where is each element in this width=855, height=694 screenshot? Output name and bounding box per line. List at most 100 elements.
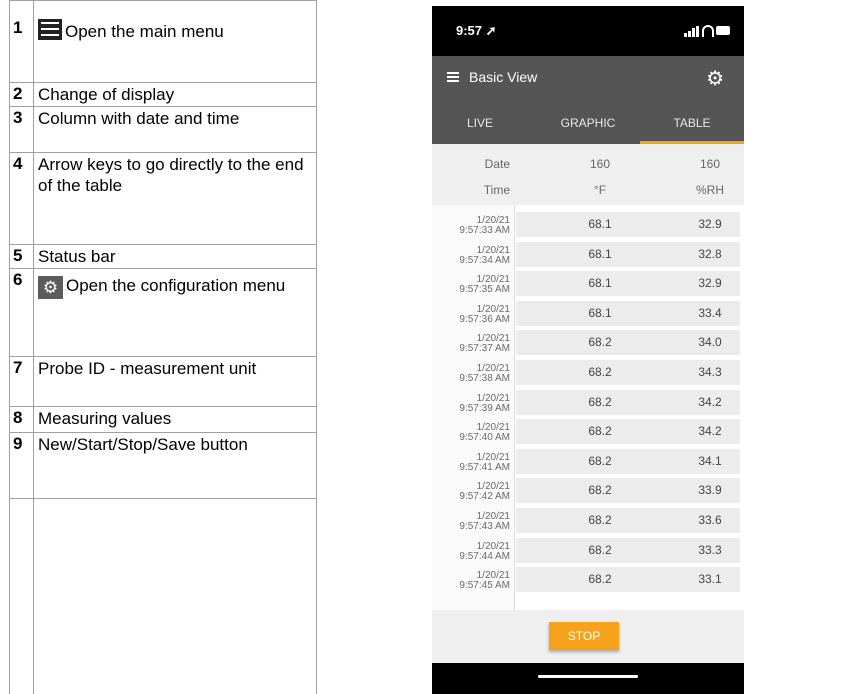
table-row: 1/20/21 9:57:34 AM 68.1 32.8 bbox=[432, 241, 744, 268]
row-time: 9:57:43 AM bbox=[459, 521, 510, 532]
hamburger-menu-icon[interactable] bbox=[447, 72, 459, 82]
time-header: Time bbox=[483, 183, 510, 197]
row-values: 68.1 33.4 bbox=[516, 300, 740, 326]
temperature-value: 68.1 bbox=[588, 246, 612, 261]
tab-graphic[interactable]: GRAPHIC bbox=[540, 102, 636, 144]
gear-icon: ⚙ bbox=[38, 276, 63, 299]
unit-col2: %RH bbox=[695, 183, 724, 197]
unit-col1: °F bbox=[593, 183, 607, 197]
row-time: 9:57:40 AM bbox=[459, 432, 510, 444]
humidity-value: 32.9 bbox=[698, 276, 722, 291]
row-time: 9:57:33 AM bbox=[459, 225, 510, 236]
humidity-value: 33.1 bbox=[698, 572, 722, 587]
row-values: 68.1 32.9 bbox=[516, 212, 740, 237]
signal-icon bbox=[684, 33, 687, 37]
table-row: 1/20/21 9:57:37 AM 68.2 34.0 bbox=[432, 329, 744, 356]
row-datetime: 1/20/21 9:57:35 AM bbox=[432, 275, 510, 295]
temperature-value: 68.2 bbox=[588, 335, 612, 350]
legend-text: Open the main menu bbox=[65, 22, 224, 41]
table-row: 1/20/21 9:57:38 AM 68.2 34.3 bbox=[432, 359, 744, 386]
probe-id-col2: 160 bbox=[699, 157, 721, 171]
table-border bbox=[9, 432, 316, 433]
table-row: 1/20/21 9:57:45 AM 68.2 33.1 bbox=[432, 566, 744, 593]
row-datetime: 1/20/21 9:57:38 AM bbox=[432, 364, 510, 384]
table-row: 1/20/21 9:57:40 AM 68.2 34.2 bbox=[432, 418, 744, 445]
humidity-value: 33.4 bbox=[698, 305, 722, 320]
row-time: 9:57:38 AM bbox=[459, 373, 510, 384]
table-row: 1/20/21 9:57:42 AM 68.2 33.9 bbox=[432, 477, 744, 504]
table-border bbox=[9, 268, 316, 269]
row-time: 9:57:41 AM bbox=[459, 461, 510, 473]
status-icons bbox=[684, 25, 730, 37]
legend-number: 3 bbox=[13, 108, 23, 127]
row-datetime: 1/20/21 9:57:36 AM bbox=[432, 304, 510, 325]
legend-number: 8 bbox=[13, 408, 23, 427]
row-values: 68.1 32.8 bbox=[516, 241, 740, 267]
tab-table[interactable]: TABLE bbox=[640, 102, 744, 144]
tab-live[interactable]: LIVE bbox=[432, 102, 528, 144]
legend-text: Status bar bbox=[38, 247, 116, 266]
row-time: 9:57:37 AM bbox=[459, 343, 510, 355]
row-values: 68.2 33.3 bbox=[516, 537, 740, 563]
row-values: 68.2 34.2 bbox=[516, 419, 740, 445]
table-row: 1/20/21 9:57:41 AM 68.2 34.1 bbox=[432, 448, 744, 475]
legend-number: 1 bbox=[13, 18, 23, 37]
table-row: 1/20/21 9:57:35 AM 68.1 32.9 bbox=[432, 270, 744, 297]
table-border bbox=[9, 356, 316, 357]
temperature-value: 68.2 bbox=[588, 542, 612, 557]
row-datetime: 1/20/21 9:57:39 AM bbox=[432, 393, 510, 414]
table-border bbox=[9, 244, 316, 245]
temperature-value: 68.2 bbox=[588, 513, 612, 527]
legend-item: ⚙ Open the configuration menu bbox=[38, 275, 310, 299]
table-row: 1/20/21 9:57:36 AM 68.1 33.4 bbox=[432, 300, 744, 327]
probe-id-col1: 160 bbox=[589, 157, 611, 171]
settings-gear-icon[interactable]: ⚙ bbox=[706, 66, 724, 91]
table-border bbox=[9, 82, 316, 83]
signal-icon bbox=[692, 28, 695, 37]
battery-icon bbox=[716, 26, 730, 35]
stop-button[interactable]: STOP bbox=[549, 622, 619, 650]
temperature-value: 68.1 bbox=[588, 217, 612, 231]
legend-number: 4 bbox=[13, 154, 23, 173]
measurement-table[interactable]: 1/20/21 9:57:33 AM 68.1 32.9 1/20/21 9:57:34 … bbox=[432, 205, 744, 610]
legend-text: New/Start/Stop/Save button bbox=[38, 435, 248, 454]
table-border bbox=[316, 0, 317, 694]
temperature-value: 68.2 bbox=[588, 572, 612, 587]
row-time: 9:57:42 AM bbox=[459, 491, 510, 503]
row-datetime: 1/20/21 9:57:33 AM bbox=[432, 216, 510, 236]
row-time: 9:57:39 AM bbox=[459, 402, 510, 414]
row-datetime: 1/20/21 9:57:44 AM bbox=[432, 541, 510, 562]
row-values: 68.2 33.9 bbox=[516, 478, 740, 504]
signal-icon bbox=[688, 31, 691, 37]
wifi-icon bbox=[702, 25, 714, 37]
humidity-value: 32.8 bbox=[698, 246, 722, 261]
legend-item: Open the main menu bbox=[38, 19, 310, 42]
row-values: 68.2 34.1 bbox=[516, 448, 740, 474]
legend-number: 7 bbox=[13, 358, 23, 377]
row-time: 9:57:44 AM bbox=[459, 550, 510, 562]
humidity-value: 33.3 bbox=[698, 542, 722, 557]
legend-text: Open the configuration menu bbox=[66, 276, 286, 295]
row-datetime: 1/20/21 9:57:41 AM bbox=[432, 452, 510, 473]
row-time: 9:57:45 AM bbox=[459, 580, 510, 592]
temperature-value: 68.2 bbox=[588, 453, 612, 468]
temperature-value: 68.1 bbox=[588, 305, 612, 320]
app-bar: Basic View ⚙ bbox=[432, 56, 744, 102]
table-border bbox=[9, 152, 316, 153]
home-indicator[interactable] bbox=[538, 675, 638, 678]
humidity-value: 34.2 bbox=[698, 424, 722, 439]
row-datetime: 1/20/21 9:57:37 AM bbox=[432, 334, 510, 354]
legend-number: 9 bbox=[13, 434, 23, 453]
humidity-value: 34.2 bbox=[698, 394, 722, 409]
table-border bbox=[9, 0, 10, 694]
home-bar bbox=[432, 663, 744, 694]
row-datetime: 1/20/21 9:57:43 AM bbox=[432, 512, 510, 532]
row-time: 9:57:35 AM bbox=[459, 284, 510, 296]
row-time: 9:57:34 AM bbox=[459, 254, 510, 266]
temperature-value: 68.2 bbox=[588, 394, 612, 409]
status-bar: 9:57 ➚ bbox=[432, 6, 744, 56]
row-values: 68.2 34.3 bbox=[516, 360, 740, 385]
table-border bbox=[33, 0, 34, 694]
legend-number: 6 bbox=[13, 270, 23, 289]
table-row: 1/20/21 9:57:33 AM 68.1 32.9 bbox=[432, 211, 744, 238]
